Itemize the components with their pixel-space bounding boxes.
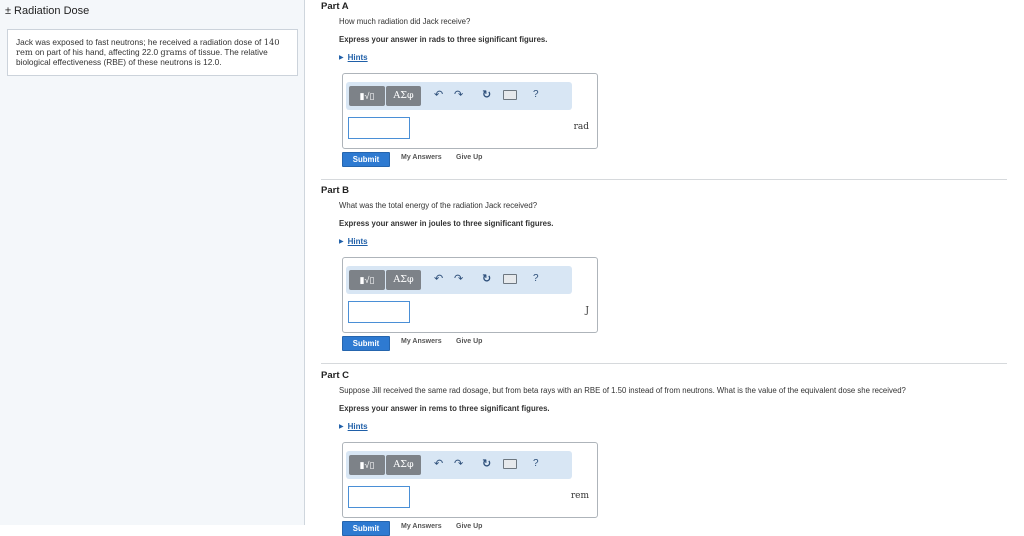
hints-link[interactable]: ▶ Hints [339,237,368,246]
undo-icon[interactable]: ↶ [434,272,443,286]
answer-input[interactable] [348,301,410,323]
hints-label[interactable]: Hints [348,53,368,62]
answer-input[interactable] [348,117,410,139]
dose-unit: rem [16,47,33,58]
part-title: Part B [321,185,349,196]
symbols-button[interactable]: ΑΣφ [386,455,421,475]
problem-text-1: Jack was exposed to fast neutrons; he re… [16,37,262,47]
help-icon[interactable]: ? [533,457,539,471]
reset-icon[interactable]: ↻ [482,457,491,471]
mass-value: 22.0 [141,47,159,58]
part-c: Part C Suppose Jill received the same ra… [321,370,1007,536]
disclosure-triangle-icon: ▶ [339,424,344,430]
redo-icon[interactable]: ↷ [454,272,463,286]
problem-text-2: on part of his hand, affecting [35,47,140,58]
submit-button[interactable]: Submit [342,521,390,536]
problem-title: ± Radiation Dose [5,5,89,17]
my-answers-link[interactable]: My Answers [401,523,442,530]
disclosure-triangle-icon: ▶ [339,55,344,61]
part-b: Part B What was the total energy of the … [321,185,1007,355]
question-text: What was the total energy of the radiati… [339,201,538,210]
redo-icon[interactable]: ↷ [454,457,463,471]
help-icon[interactable]: ? [533,272,539,286]
keyboard-icon[interactable] [503,459,517,469]
symbols-button[interactable]: ΑΣφ [386,86,421,106]
mass-unit: grams [160,47,187,58]
unit-label: rem [570,491,589,501]
give-up-link[interactable]: Give Up [456,338,482,345]
answer-box: ▮√▯ ΑΣφ ↶ ↷ ↻ ? rem [342,442,598,518]
submit-button[interactable]: Submit [342,152,390,167]
answer-box: ▮√▯ ΑΣφ ↶ ↷ ↻ ? rad [342,73,598,149]
reset-icon[interactable]: ↻ [482,272,491,286]
math-toolbar: ▮√▯ ΑΣφ ↶ ↷ ↻ ? [346,82,572,110]
part-title: Part C [321,370,349,381]
instruction-text: Express your answer in rads to three sig… [339,35,548,44]
divider [321,179,1007,180]
part-title: Part A [321,1,349,12]
divider [321,363,1007,364]
math-toolbar: ▮√▯ ΑΣφ ↶ ↷ ↻ ? [346,451,572,479]
hints-link[interactable]: ▶ Hints [339,422,368,431]
give-up-link[interactable]: Give Up [456,154,482,161]
question-text: Suppose Jill received the same rad dosag… [339,386,906,395]
help-icon[interactable]: ? [533,88,539,102]
question-text: How much radiation did Jack receive? [339,17,471,26]
template-button[interactable]: ▮√▯ [349,455,385,475]
expand-collapse-icon[interactable]: ± [5,5,11,17]
my-answers-link[interactable]: My Answers [401,338,442,345]
problem-sidebar: ± Radiation Dose Jack was exposed to fast… [0,0,305,525]
template-button[interactable]: ▮√▯ [349,86,385,106]
unit-label: J [585,306,589,316]
disclosure-triangle-icon: ▶ [339,239,344,245]
hints-label[interactable]: Hints [348,237,368,246]
hints-link[interactable]: ▶ Hints [339,53,368,62]
my-answers-link[interactable]: My Answers [401,154,442,161]
give-up-link[interactable]: Give Up [456,523,482,530]
redo-icon[interactable]: ↷ [454,88,463,102]
symbols-button[interactable]: ΑΣφ [386,270,421,290]
part-a: Part A How much radiation did Jack recei… [321,1,1007,171]
dose-value: 140 [263,37,280,47]
answer-input[interactable] [348,486,410,508]
undo-icon[interactable]: ↶ [434,88,443,102]
instruction-text: Express your answer in joules to three s… [339,219,554,228]
undo-icon[interactable]: ↶ [434,457,443,471]
math-toolbar: ▮√▯ ΑΣφ ↶ ↷ ↻ ? [346,266,572,294]
problem-statement: Jack was exposed to fast neutrons; he re… [7,29,298,76]
problem-title-text: Radiation Dose [14,5,90,17]
hints-label[interactable]: Hints [348,422,368,431]
unit-label: rad [573,122,589,132]
template-button[interactable]: ▮√▯ [349,270,385,290]
answer-box: ▮√▯ ΑΣφ ↶ ↷ ↻ ? J [342,257,598,333]
reset-icon[interactable]: ↻ [482,88,491,102]
instruction-text: Express your answer in rems to three sig… [339,404,550,413]
submit-button[interactable]: Submit [342,336,390,351]
keyboard-icon[interactable] [503,90,517,100]
keyboard-icon[interactable] [503,274,517,284]
